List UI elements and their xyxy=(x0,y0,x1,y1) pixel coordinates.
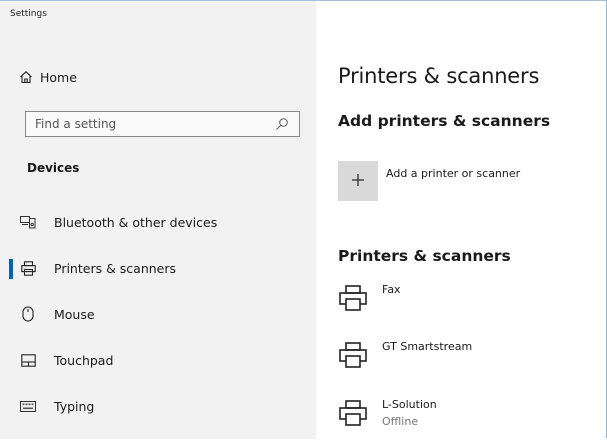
printer-icon xyxy=(338,340,368,370)
search-box xyxy=(25,111,300,137)
sidebar-item-label: Mouse xyxy=(54,306,95,322)
printer-name: GT Smartstream xyxy=(382,340,473,353)
keyboard-icon xyxy=(20,398,36,414)
sidebar-item-label: Bluetooth & other devices xyxy=(54,214,218,230)
printer-name: Fax xyxy=(382,283,401,296)
printer-item-fax[interactable]: Fax xyxy=(338,283,598,327)
sidebar-item-bluetooth[interactable]: Bluetooth & other devices xyxy=(0,205,316,239)
sidebar-item-home[interactable]: Home xyxy=(0,60,316,94)
printer-name: L-Solution xyxy=(382,398,437,411)
sidebar-item-typing[interactable]: Typing xyxy=(0,389,316,423)
search-icon[interactable] xyxy=(275,116,291,132)
plus-icon xyxy=(351,173,365,190)
printer-icon xyxy=(20,260,36,276)
add-printer-button[interactable] xyxy=(338,161,378,201)
section-heading: Devices xyxy=(27,161,80,175)
sidebar: Settings Home Devices Bluetooth & other … xyxy=(0,1,316,439)
window-title: Settings xyxy=(10,9,47,19)
home-icon xyxy=(18,69,34,85)
search-input[interactable] xyxy=(26,117,275,131)
printer-item-gt-smartstream[interactable]: GT Smartstream xyxy=(338,340,598,384)
printer-item-l-solution[interactable]: L-Solution Offline xyxy=(338,398,598,442)
sidebar-item-label: Printers & scanners xyxy=(54,260,177,276)
touchpad-icon xyxy=(20,352,36,368)
add-printer-label[interactable]: Add a printer or scanner xyxy=(386,167,520,180)
printers-section-heading: Printers & scanners xyxy=(338,247,511,265)
sidebar-item-touchpad[interactable]: Touchpad xyxy=(0,343,316,377)
bluetooth-devices-icon xyxy=(20,214,36,230)
printer-icon xyxy=(338,283,368,313)
sidebar-item-label: Touchpad xyxy=(54,352,114,368)
mouse-icon xyxy=(20,306,36,322)
sidebar-item-label: Typing xyxy=(54,398,95,414)
add-section-heading: Add printers & scanners xyxy=(338,112,551,130)
sidebar-item-mouse[interactable]: Mouse xyxy=(0,297,316,331)
printer-status: Offline xyxy=(382,415,419,428)
sidebar-item-label: Home xyxy=(40,69,77,85)
printer-icon xyxy=(338,398,368,428)
page-title: Printers & scanners xyxy=(338,64,540,88)
sidebar-item-printers[interactable]: Printers & scanners xyxy=(0,251,316,285)
main-content: Printers & scanners Add printers & scann… xyxy=(316,1,606,439)
